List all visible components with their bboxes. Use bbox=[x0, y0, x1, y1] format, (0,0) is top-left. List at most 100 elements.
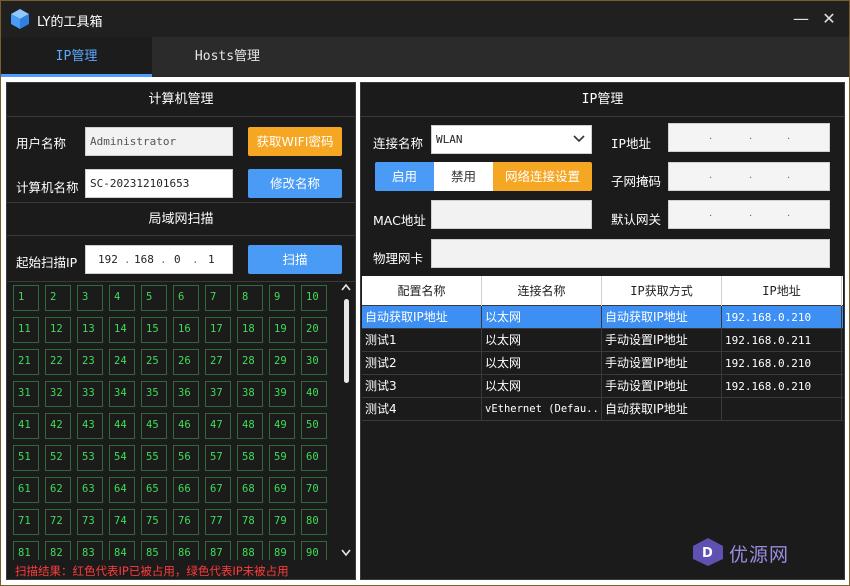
ip-cell[interactable]: 36 bbox=[173, 381, 199, 407]
ip-cell[interactable]: 18 bbox=[237, 317, 263, 343]
ip-cell[interactable]: 2 bbox=[45, 285, 71, 311]
ip-cell[interactable]: 41 bbox=[13, 413, 39, 439]
ip-cell[interactable]: 48 bbox=[237, 413, 263, 439]
ip-cell[interactable]: 15 bbox=[141, 317, 167, 343]
ip-cell[interactable]: 40 bbox=[301, 381, 327, 407]
ip-cell[interactable]: 88 bbox=[237, 541, 263, 560]
ip-cell[interactable]: 54 bbox=[109, 445, 135, 471]
ip-cell[interactable]: 12 bbox=[45, 317, 71, 343]
ip-cell[interactable]: 43 bbox=[77, 413, 103, 439]
disable-button[interactable]: 禁用 bbox=[434, 162, 493, 191]
ip-cell[interactable]: 60 bbox=[301, 445, 327, 471]
ip-cell[interactable]: 38 bbox=[237, 381, 263, 407]
ip-cell[interactable]: 78 bbox=[237, 509, 263, 535]
ip-cell[interactable]: 86 bbox=[173, 541, 199, 560]
ip-cell[interactable]: 71 bbox=[13, 509, 39, 535]
start-ip-input[interactable]: 192 . 168 . 0 . 1 bbox=[85, 245, 233, 274]
enable-button[interactable]: 启用 bbox=[375, 162, 434, 191]
physical-nic-field[interactable] bbox=[431, 239, 830, 268]
chevron-down-icon[interactable] bbox=[341, 549, 351, 557]
user-name-field[interactable]: Administrator bbox=[85, 127, 233, 156]
ip-cell[interactable]: 74 bbox=[109, 509, 135, 535]
tab-ip-manage[interactable]: IP管理 bbox=[1, 37, 152, 77]
ip-cell[interactable]: 81 bbox=[13, 541, 39, 560]
chevron-up-icon[interactable] bbox=[341, 283, 351, 291]
table-row[interactable]: 自动获取IP地址 以太网 自动获取IP地址 192.168.0.210 bbox=[362, 306, 843, 329]
ip-cell[interactable]: 68 bbox=[237, 477, 263, 503]
ip-cell[interactable]: 33 bbox=[77, 381, 103, 407]
table-row[interactable]: 测试1 以太网 手动设置IP地址 192.168.0.211 bbox=[362, 329, 843, 352]
ip-cell[interactable]: 28 bbox=[237, 349, 263, 375]
ip-cell[interactable]: 53 bbox=[77, 445, 103, 471]
ip-cell[interactable]: 26 bbox=[173, 349, 199, 375]
ip-cell[interactable]: 72 bbox=[45, 509, 71, 535]
ip-cell[interactable]: 79 bbox=[269, 509, 295, 535]
ip-cell[interactable]: 30 bbox=[301, 349, 327, 375]
table-row[interactable]: 测试4 vEthernet (Defau... 自动获取IP地址 bbox=[362, 398, 843, 421]
ip-cell[interactable]: 27 bbox=[205, 349, 231, 375]
ip-cell[interactable]: 55 bbox=[141, 445, 167, 471]
computer-name-field[interactable]: SC-202312101653 bbox=[85, 169, 233, 198]
ip-cell[interactable]: 6 bbox=[173, 285, 199, 311]
ip-cell[interactable]: 65 bbox=[141, 477, 167, 503]
ip-cell[interactable]: 83 bbox=[77, 541, 103, 560]
ip-cell[interactable]: 52 bbox=[45, 445, 71, 471]
ip-cell[interactable]: 1 bbox=[13, 285, 39, 311]
ip-cell[interactable]: 9 bbox=[269, 285, 295, 311]
ip-cell[interactable]: 49 bbox=[269, 413, 295, 439]
ip-cell[interactable]: 14 bbox=[109, 317, 135, 343]
grid-scrollbar[interactable] bbox=[340, 283, 352, 560]
ip-cell[interactable]: 44 bbox=[109, 413, 135, 439]
ip-cell[interactable]: 35 bbox=[141, 381, 167, 407]
ip-cell[interactable]: 73 bbox=[77, 509, 103, 535]
ip-cell[interactable]: 85 bbox=[141, 541, 167, 560]
tab-hosts-manage[interactable]: Hosts管理 bbox=[152, 37, 303, 77]
ip-cell[interactable]: 82 bbox=[45, 541, 71, 560]
ip-cell[interactable]: 7 bbox=[205, 285, 231, 311]
ip-cell[interactable]: 87 bbox=[205, 541, 231, 560]
ip-cell[interactable]: 84 bbox=[109, 541, 135, 560]
mac-address-field[interactable] bbox=[431, 200, 592, 229]
ip-cell[interactable]: 75 bbox=[141, 509, 167, 535]
ip-cell[interactable]: 13 bbox=[77, 317, 103, 343]
close-button[interactable]: ✕ bbox=[819, 9, 839, 29]
ip-cell[interactable]: 45 bbox=[141, 413, 167, 439]
ip-cell[interactable]: 59 bbox=[269, 445, 295, 471]
ip-cell[interactable]: 51 bbox=[13, 445, 39, 471]
ip-cell[interactable]: 57 bbox=[205, 445, 231, 471]
ip-cell[interactable]: 62 bbox=[45, 477, 71, 503]
ip-cell[interactable]: 20 bbox=[301, 317, 327, 343]
ip-cell[interactable]: 11 bbox=[13, 317, 39, 343]
ip-cell[interactable]: 80 bbox=[301, 509, 327, 535]
ip-cell[interactable]: 34 bbox=[109, 381, 135, 407]
ip-cell[interactable]: 23 bbox=[77, 349, 103, 375]
ip-cell[interactable]: 63 bbox=[77, 477, 103, 503]
ip-cell[interactable]: 76 bbox=[173, 509, 199, 535]
ip-cell[interactable]: 77 bbox=[205, 509, 231, 535]
ip-cell[interactable]: 47 bbox=[205, 413, 231, 439]
ip-cell[interactable]: 89 bbox=[269, 541, 295, 560]
ip-cell[interactable]: 46 bbox=[173, 413, 199, 439]
ip-cell[interactable]: 19 bbox=[269, 317, 295, 343]
ip-cell[interactable]: 90 bbox=[301, 541, 327, 560]
ip-address-input[interactable]: . . . bbox=[668, 123, 830, 152]
table-row[interactable]: 测试3 以太网 手动设置IP地址 192.168.0.210 bbox=[362, 375, 843, 398]
network-settings-button[interactable]: 网络连接设置 bbox=[493, 162, 592, 191]
ip-cell[interactable]: 32 bbox=[45, 381, 71, 407]
ip-cell[interactable]: 4 bbox=[109, 285, 135, 311]
ip-cell[interactable]: 69 bbox=[269, 477, 295, 503]
minimize-button[interactable]: — bbox=[791, 9, 811, 29]
connection-select[interactable]: WLAN bbox=[431, 125, 592, 154]
ip-cell[interactable]: 29 bbox=[269, 349, 295, 375]
ip-cell[interactable]: 61 bbox=[13, 477, 39, 503]
ip-cell[interactable]: 24 bbox=[109, 349, 135, 375]
column-header-ip-address[interactable]: IP地址 bbox=[722, 276, 842, 306]
scan-button[interactable]: 扫描 bbox=[248, 245, 342, 274]
rename-button[interactable]: 修改名称 bbox=[248, 169, 342, 198]
ip-cell[interactable]: 42 bbox=[45, 413, 71, 439]
ip-cell[interactable]: 70 bbox=[301, 477, 327, 503]
subnet-mask-input[interactable]: . . . bbox=[668, 162, 830, 191]
ip-cell[interactable]: 10 bbox=[301, 285, 327, 311]
column-header-ip-method[interactable]: IP获取方式 bbox=[602, 276, 722, 306]
ip-cell[interactable]: 22 bbox=[45, 349, 71, 375]
